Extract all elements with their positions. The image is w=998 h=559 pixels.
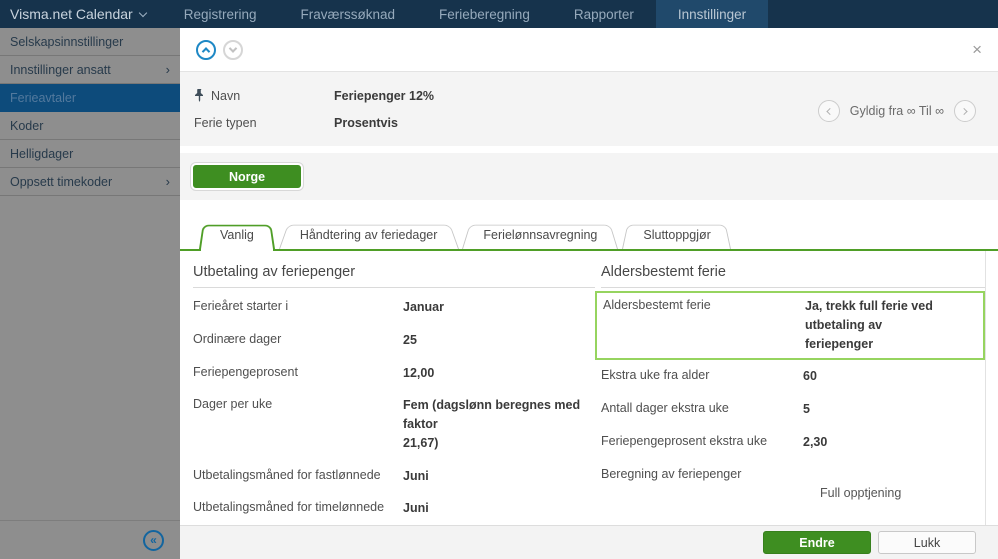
endre-button[interactable]: Endre <box>763 531 871 554</box>
country-bar: Norge <box>180 153 998 200</box>
sidebar-collapse-button[interactable]: « <box>143 529 164 551</box>
tab-vanlig[interactable]: Vanlig <box>201 222 273 251</box>
table-row: Dager per uke Fem (dagslønn beregnes med… <box>193 397 581 450</box>
sidebar-item-oppsett-timekoder[interactable]: Oppsett timekoder › <box>0 168 180 196</box>
sidebar-item-helligdager[interactable]: Helligdager <box>0 140 180 168</box>
sidebar-item-label: Ferieavtaler <box>10 90 76 105</box>
chevron-down-icon <box>138 8 147 17</box>
section-title: Aldersbestemt ferie <box>601 264 985 288</box>
sidebar-item-label: Helligdager <box>10 146 74 161</box>
chevron-right-icon: › <box>165 62 170 77</box>
tab-sluttoppgjor[interactable]: Sluttoppgjør <box>629 222 724 249</box>
chevron-left-icon <box>826 107 834 115</box>
list-item: Full opptjening <box>820 486 902 501</box>
settings-sidebar: Selskapsinnstillinger Innstillinger ansa… <box>0 28 180 559</box>
country-norge-button[interactable]: Norge <box>193 165 301 188</box>
section-utbetaling: Utbetaling av feriepenger Ferieåret star… <box>193 264 595 525</box>
table-row: Beregning av feriepenger Full opptjening… <box>601 459 985 526</box>
header-divider <box>180 146 998 153</box>
sidebar-item-label: Koder <box>10 118 44 133</box>
table-row: Utbetalingsmåned for fastlønnede Juni <box>193 467 429 483</box>
pin-icon <box>195 89 203 102</box>
lukk-button[interactable]: Lukk <box>878 531 976 554</box>
nav-item-rapporter[interactable]: Rapporter <box>552 0 656 28</box>
nav-item-ferieberegning[interactable]: Ferieberegning <box>417 0 552 28</box>
validity-previous-button[interactable] <box>817 100 840 122</box>
collapse-icon: « <box>150 533 157 547</box>
close-icon[interactable]: × <box>972 41 982 58</box>
sidebar-footer: « <box>0 520 180 559</box>
previous-item-button[interactable] <box>196 39 216 60</box>
section-aldersbestemt: Aldersbestemt ferie Aldersbestemt ferie … <box>595 264 985 526</box>
nav-item-registrering[interactable]: Registrering <box>162 0 279 28</box>
field-row-navn: Navn Feriepenger 12% <box>194 82 434 109</box>
sidebar-item-ferieavtaler[interactable]: Ferieavtaler <box>0 84 180 112</box>
table-row: Antall dager ekstra uke 5 <box>601 401 810 416</box>
top-navigation: Visma.net Calendar Registrering Fraværss… <box>0 0 998 28</box>
sidebar-item-koder[interactable]: Koder <box>0 112 180 140</box>
chevron-right-icon: › <box>165 174 170 189</box>
chevron-up-icon <box>201 46 211 56</box>
header-fields: Navn Feriepenger 12% Ferie typen Prosent… <box>194 82 434 136</box>
nav-item-innstillinger[interactable]: Innstillinger <box>655 0 769 28</box>
ferieavtale-detail-panel: × Navn Feriepenger 12% Ferie typen Prose… <box>180 28 998 559</box>
detail-tabbar: Vanlig Håndtering av feriedager Ferieløn… <box>180 222 998 251</box>
table-row: Utbetalingsmåned for timelønnede Juni <box>193 500 429 516</box>
field-value-navn: Feriepenger 12% <box>334 88 435 103</box>
validity-next-button[interactable] <box>954 100 976 122</box>
sidebar-item-label: Innstillinger ansatt <box>10 62 111 77</box>
table-row: Ordinære dager 25 <box>193 331 417 347</box>
table-row: Feriepengeprosent 12,00 <box>193 364 435 380</box>
field-label: Ferie typen <box>194 115 257 130</box>
section-title: Utbetaling av feriepenger <box>193 264 595 288</box>
table-row: Ekstra uke fra alder 60 <box>601 368 817 384</box>
sidebar-item-selskapsinnstillinger[interactable]: Selskapsinnstillinger <box>0 28 180 56</box>
brand-menu[interactable]: Visma.net Calendar <box>0 0 162 28</box>
brand-label: Visma.net Calendar <box>10 6 133 22</box>
chevron-right-icon <box>960 107 968 115</box>
validity-navigator: Gyldig fra ∞ Til ∞ <box>817 82 976 136</box>
field-label: Navn <box>194 89 334 103</box>
table-row: Feriepengeprosent ekstra uke 2,30 <box>601 433 828 449</box>
table-row-highlighted: Aldersbestemt ferie Ja, trekk full ferie… <box>595 291 985 361</box>
detail-header: Navn Feriepenger 12% Ferie typen Prosent… <box>180 72 998 146</box>
sidebar-item-label: Selskapsinnstillinger <box>10 34 124 49</box>
tab-handtering-av-feriedager[interactable]: Håndtering av feriedager <box>286 222 452 249</box>
chevron-down-icon <box>228 43 238 53</box>
validity-range-label: Gyldig fra ∞ Til ∞ <box>849 104 944 118</box>
sidebar-item-label: Oppsett timekoder <box>10 174 113 189</box>
beregning-value-list: Full opptjening Begrenset, til 6G <box>803 466 985 525</box>
sidebar-item-innstillinger-ansatt[interactable]: Innstillinger ansatt › <box>0 56 180 84</box>
tab-content-vanlig: Utbetaling av feriepenger Ferieåret star… <box>180 251 986 525</box>
nav-item-fravaerssoknad[interactable]: Fraværssøknad <box>278 0 417 28</box>
detail-footer: Endre Lukk <box>180 525 998 559</box>
detail-toolbar: × <box>180 28 998 72</box>
table-row: Ferieåret starter i Januar <box>193 299 444 314</box>
field-value-ferie-typen: Prosentvis <box>334 115 398 130</box>
next-item-button[interactable] <box>223 39 243 60</box>
field-row-ferie-typen: Ferie typen Prosentvis <box>194 109 434 136</box>
tab-ferielonnsavregning[interactable]: Ferielønnsavregning <box>469 222 611 249</box>
